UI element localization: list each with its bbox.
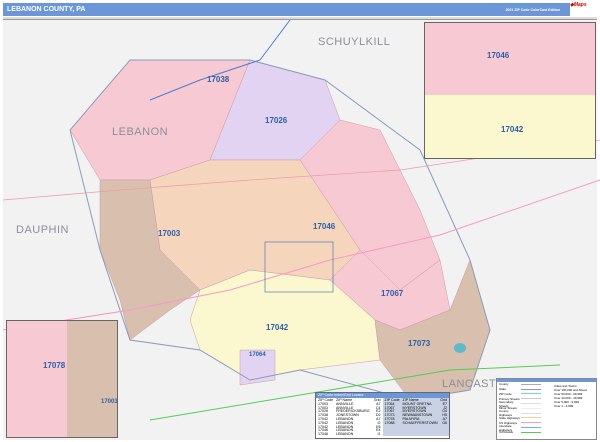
legend-item-label: ZIP Code xyxy=(499,391,512,396)
legend-line-swatch xyxy=(521,403,541,405)
zip-label: 17003 xyxy=(101,399,118,405)
legend-line-swatch xyxy=(521,422,541,424)
legend-item-label: State xyxy=(499,387,507,392)
zip-index-left: ZIP Code ZIP Name Grid 17003 ANNVILLE A7 17003… xyxy=(316,398,383,436)
map-legend: County State ZIP Code Primary Streets Second… xyxy=(496,378,597,440)
legend-line-swatch xyxy=(521,417,541,419)
map-title: LEBANON COUNTY, PA xyxy=(7,6,86,13)
zip-label: 17073 xyxy=(408,339,431,348)
zip-label: 17078 xyxy=(43,361,66,370)
legend-item-label: Toll Roads xyxy=(499,430,514,435)
legend-line-swatch xyxy=(521,388,541,390)
legend-item: Toll Roads xyxy=(497,430,552,435)
title-bar: LEBANON COUNTY, PA 2021 ZIP Code ColorCa… xyxy=(3,3,570,16)
zip-index-cell: LEBANON xyxy=(336,432,354,437)
legend-line-swatch xyxy=(521,407,541,409)
zip-label: 17067 xyxy=(381,289,404,298)
zip-index-cell: 17088 xyxy=(384,420,395,425)
zip-label: 17042 xyxy=(266,323,289,332)
legend-line-swatch xyxy=(521,412,541,414)
publisher-logo: ◆Maps xyxy=(570,2,587,8)
label-schuylkill: SCHUYLKILL xyxy=(318,36,391,48)
edition-label: 2021 ZIP Code ColorCast Edition xyxy=(505,7,560,12)
zip-index-row: 17046 LEBANON I1 xyxy=(318,432,381,436)
legend-line-swatch xyxy=(521,393,541,395)
inset-map-left[interactable]: 17078 17003 xyxy=(6,320,118,438)
zip-label: 17026 xyxy=(265,116,288,125)
zip-index-cell: I1 xyxy=(377,432,381,437)
zip-index-cell: SCHAEFFERSTOWN xyxy=(402,420,438,425)
legend-item-label: County xyxy=(499,382,509,387)
zip-label: 17038 xyxy=(207,75,230,84)
zip-index-row: 17088 SCHAEFFERSTOWN G6 xyxy=(385,421,448,425)
inset-zone-tan xyxy=(67,321,117,437)
zip-label: 17003 xyxy=(158,229,181,238)
legend-line-swatch xyxy=(521,398,541,400)
label-dauphin: DAUPHIN xyxy=(16,224,70,236)
legend-line-swatch xyxy=(521,383,541,385)
zip-label: 17046 xyxy=(313,222,336,231)
zip-index-table: ZIP Code Index/Grid Locator ZIP Code ZIP … xyxy=(315,392,450,439)
legend-line-swatch xyxy=(521,431,541,433)
inset-map-top[interactable]: 17046 17042 xyxy=(424,22,596,159)
zip-index-right: ZIP Code ZIP Name Grid 17064 MOUNT GRETNA E7 1… xyxy=(382,398,449,436)
zip-index-cell: G6 xyxy=(442,420,447,425)
label-lebanon: LEBANON xyxy=(112,126,169,138)
legend-city-class: Over 1 - 4,999 xyxy=(554,404,574,408)
zip-label: 17064 xyxy=(249,352,266,358)
legend-item-label: State Highways xyxy=(499,415,520,420)
zip-label: 17042 xyxy=(501,125,524,134)
legend-line-swatch xyxy=(521,427,541,429)
zip-index-cell: 17046 xyxy=(318,432,328,437)
zip-label: 17046 xyxy=(487,51,510,60)
lake xyxy=(454,343,466,353)
